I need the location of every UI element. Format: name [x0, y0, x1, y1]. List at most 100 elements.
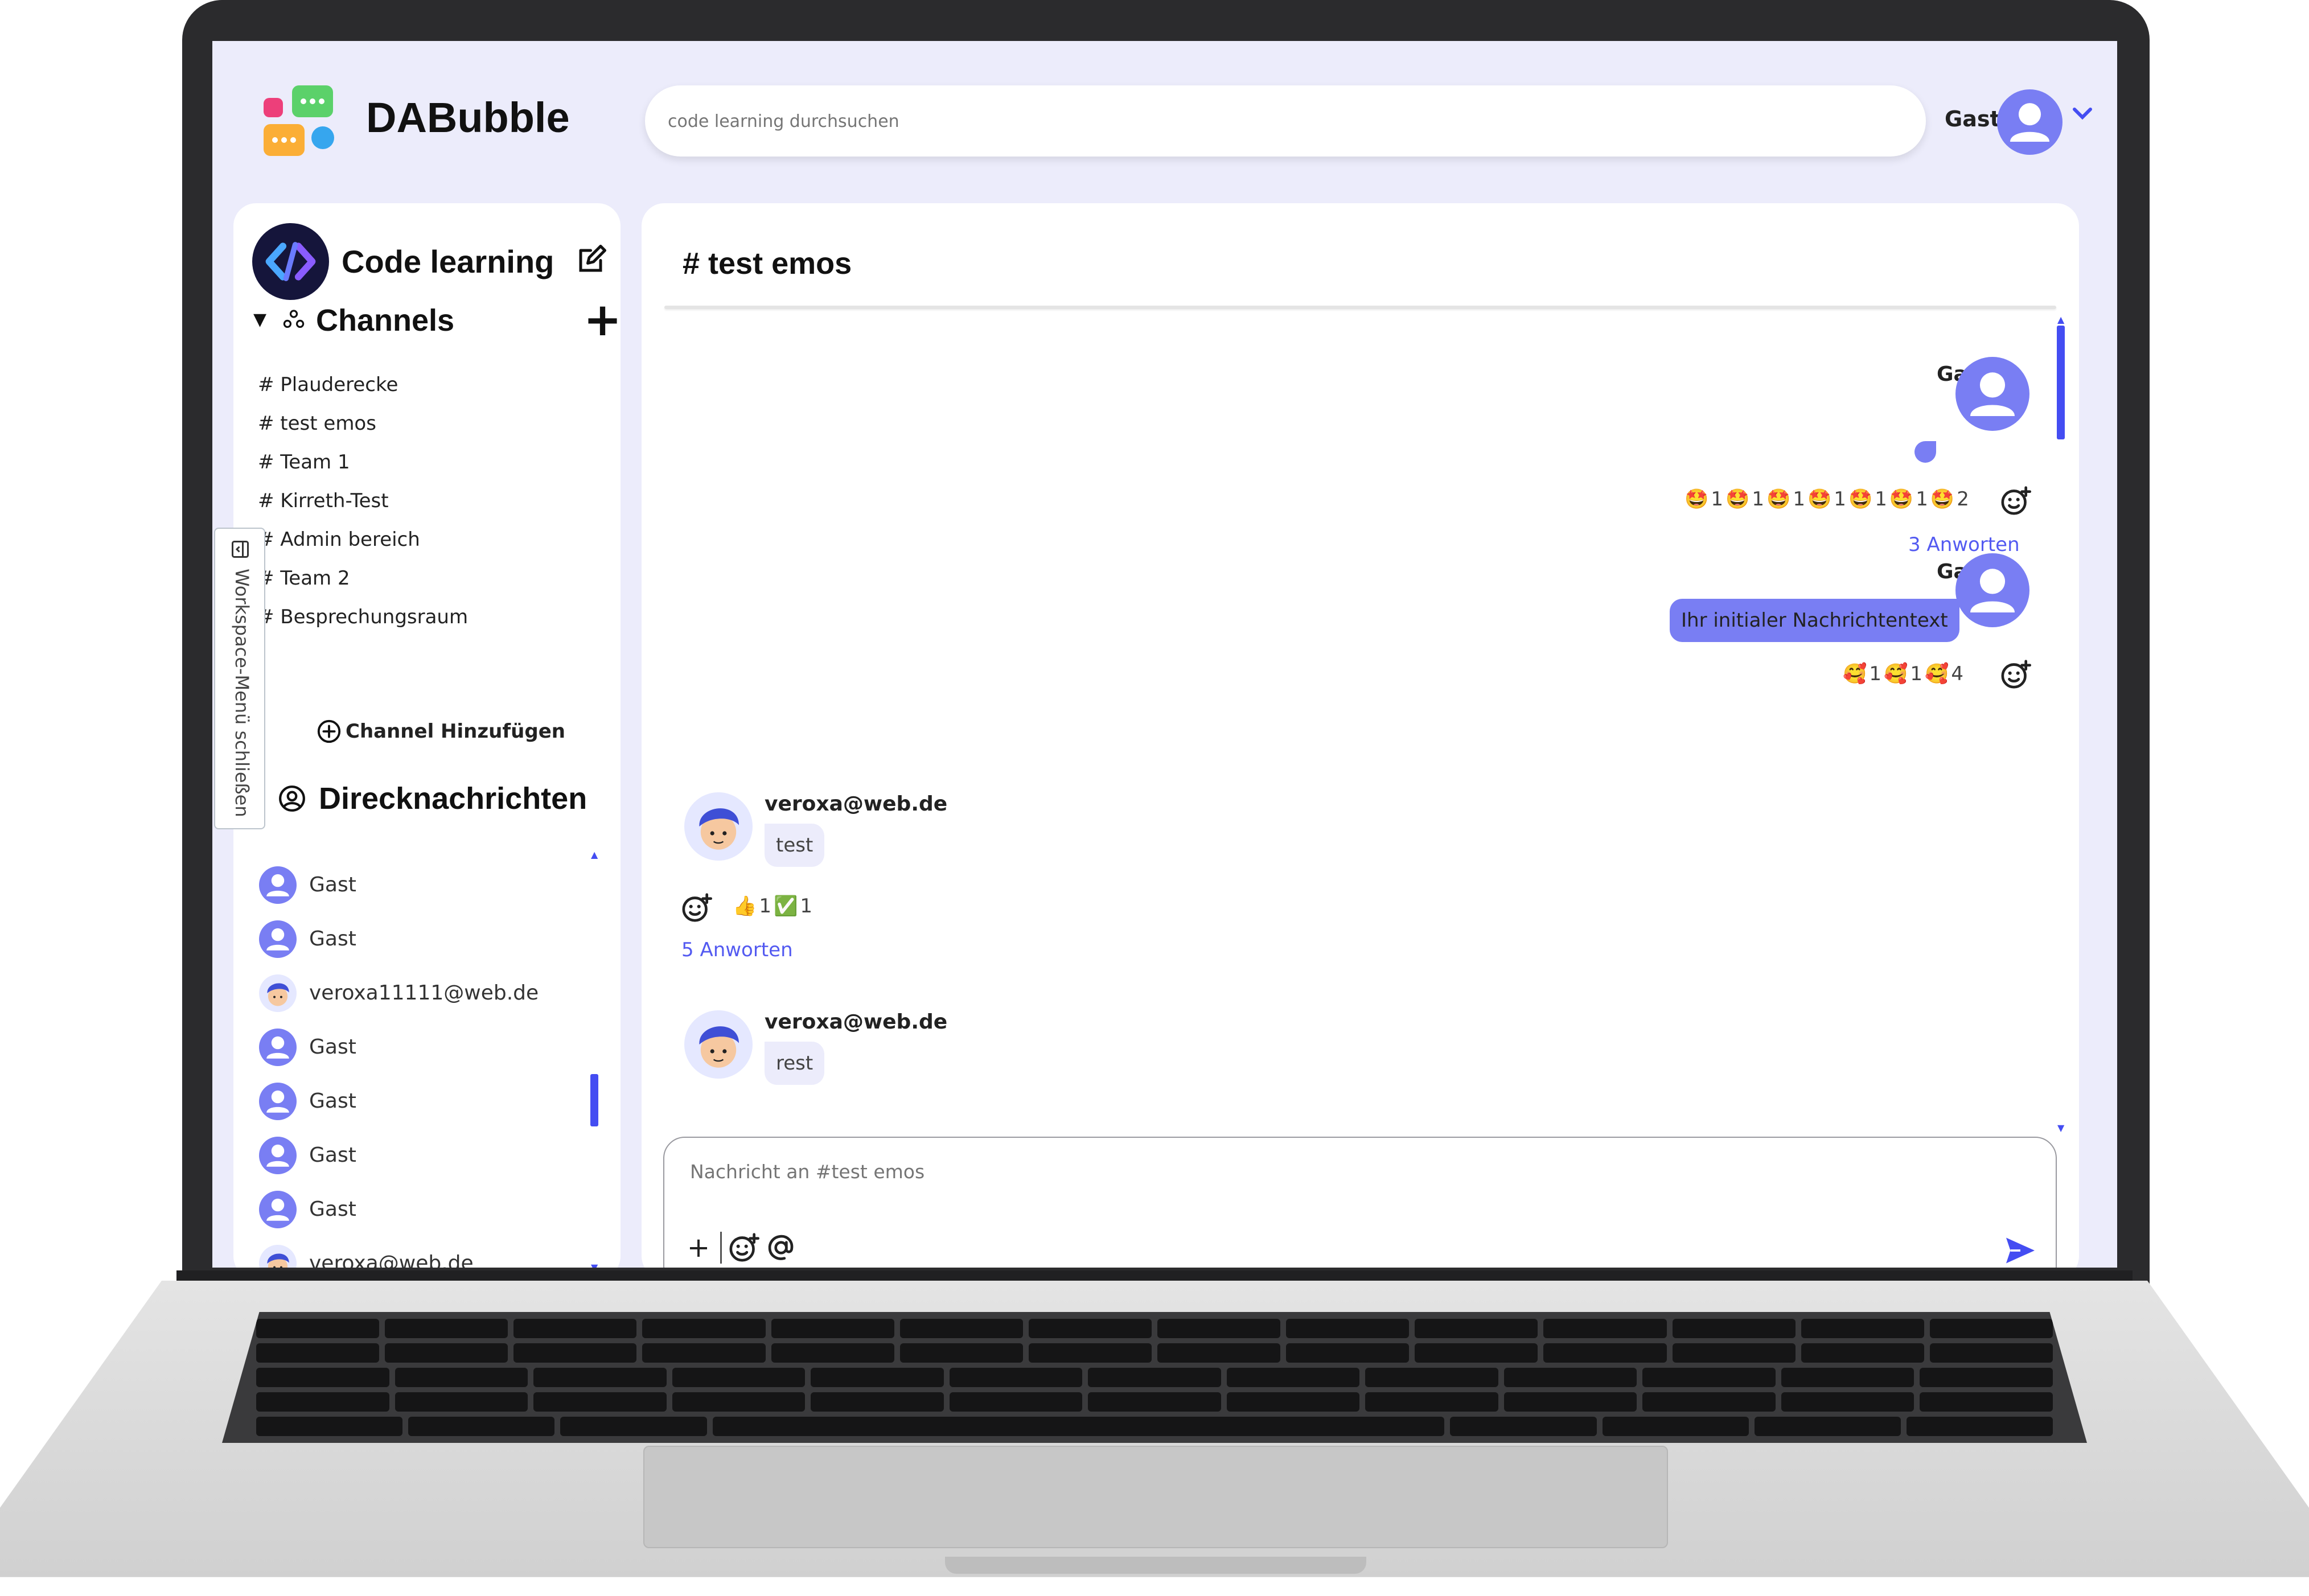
reaction-emoji[interactable]: 🥰 — [1884, 663, 1908, 685]
workspace-menu-toggle[interactable]: Workspace-Menü schließen — [214, 528, 265, 829]
chevron-down-icon[interactable] — [2071, 105, 2094, 122]
photo-avatar-icon — [259, 974, 297, 1012]
photo-avatar-icon — [259, 1244, 297, 1268]
workspace-menu-toggle-label: Workspace-Menü schließen — [231, 569, 253, 817]
reaction-count: 1 — [1869, 663, 1881, 685]
reaction-emoji[interactable]: 🤩 — [1807, 488, 1831, 511]
default-avatar-icon[interactable] — [1955, 553, 2029, 627]
reaction-emoji[interactable]: 👍 — [733, 895, 757, 918]
reaction-emoji[interactable]: 🤩 — [1766, 488, 1790, 511]
reaction-count: 1 — [1793, 488, 1805, 511]
add-channel-button[interactable]: Channel Hinzufügen — [316, 718, 565, 744]
channel-item[interactable]: # Plauderecke — [258, 365, 468, 404]
add-reaction-icon[interactable] — [1999, 659, 2031, 690]
key-row — [222, 1392, 2087, 1412]
channels-icon — [283, 310, 305, 328]
app-screen: DABubble Gast Code learning ▼ — [212, 41, 2117, 1268]
channel-list: # Plauderecke # test emos # Team 1 # Kir… — [258, 365, 468, 636]
message-bubble: test — [765, 824, 825, 867]
add-reaction-icon[interactable] — [1999, 485, 2031, 517]
reaction-emoji[interactable]: 🤩 — [1848, 488, 1872, 511]
reaction-count: 1 — [1910, 663, 1922, 685]
channel-item[interactable]: # Besprechungsraum — [258, 598, 468, 636]
add-reaction-icon[interactable] — [680, 892, 712, 924]
scrollbar-thumb[interactable] — [590, 1074, 598, 1126]
reaction-count: 2 — [1957, 488, 1969, 511]
channel-item[interactable]: # Team 2 — [258, 559, 468, 598]
scroll-down-arrow[interactable]: ▼ — [591, 1262, 598, 1268]
dm-item[interactable]: Gast — [259, 1128, 539, 1182]
dm-item[interactable]: Gast — [259, 1020, 539, 1074]
direct-messages-header[interactable]: Direcknachrichten — [278, 781, 587, 816]
message-composer[interactable]: + — [663, 1137, 2057, 1268]
dm-item[interactable]: Gast — [259, 858, 539, 912]
reaction-emoji[interactable]: ✅ — [774, 895, 798, 918]
scrollbar-thumb[interactable] — [2057, 326, 2065, 439]
user-name[interactable]: Gast — [1945, 106, 2000, 131]
caret-down-icon[interactable]: ▼ — [253, 310, 266, 330]
default-avatar-icon — [259, 1190, 297, 1228]
channel-item[interactable]: # Admin bereich — [258, 520, 468, 559]
direct-message-list: Gast Gast veroxa11111@web.de Gast Gast G… — [259, 858, 539, 1268]
search-input[interactable] — [668, 107, 1863, 135]
default-avatar-icon — [259, 920, 297, 958]
dm-name: veroxa11111@web.de — [309, 981, 539, 1005]
at-icon[interactable] — [765, 1232, 797, 1264]
channels-label: Channels — [316, 303, 455, 338]
dm-item[interactable]: Gast — [259, 1074, 539, 1128]
direct-messages-label: Direcknachrichten — [319, 781, 587, 816]
key-row — [222, 1343, 2087, 1363]
laptop-keyboard — [222, 1312, 2087, 1443]
reaction-count: 1 — [1916, 488, 1928, 511]
replies-link[interactable]: 5 Anworten — [681, 939, 793, 961]
photo-avatar-icon[interactable] — [684, 1010, 753, 1079]
dm-name: Gast — [309, 927, 356, 951]
dm-item[interactable]: Gast — [259, 912, 539, 966]
scroll-up-arrow[interactable]: ▲ — [591, 849, 598, 860]
dm-item[interactable]: Gast — [259, 1182, 539, 1236]
add-channel-label: Channel Hinzufügen — [346, 720, 565, 743]
scroll-up-arrow[interactable]: ▲ — [2057, 314, 2064, 325]
dm-name: Gast — [309, 873, 356, 896]
scroll-down-arrow[interactable]: ▼ — [2057, 1122, 2064, 1133]
search-bar[interactable] — [645, 85, 1926, 157]
reaction-count: 1 — [1875, 488, 1887, 511]
default-avatar-icon[interactable] — [1955, 357, 2029, 431]
reaction-emoji[interactable]: 🥰 — [1925, 663, 1949, 685]
reaction-emoji[interactable]: 🤩 — [1725, 488, 1749, 511]
message-bubble — [1914, 441, 1936, 463]
reaction-emoji[interactable]: 🤩 — [1930, 488, 1954, 511]
channel-item[interactable]: # test emos — [258, 404, 468, 443]
reaction-count: 1 — [800, 895, 812, 918]
dm-name: veroxa@web.de — [309, 1252, 474, 1268]
dm-item[interactable]: veroxa@web.de — [259, 1236, 539, 1268]
channel-title[interactable]: # test emos — [683, 246, 852, 281]
add-attachment-icon[interactable]: + — [683, 1232, 714, 1264]
reaction-emoji[interactable]: 🤩 — [1684, 488, 1708, 511]
reaction-emoji[interactable]: 🥰 — [1843, 663, 1867, 685]
workspace-name: Code learning — [342, 244, 554, 279]
user-avatar[interactable] — [1997, 89, 2063, 155]
message-input[interactable] — [690, 1161, 1999, 1195]
workspace-sidebar: Code learning ▼ Channels + # Plauderecke… — [233, 203, 622, 1268]
message-author: veroxa@web.de — [765, 1010, 948, 1034]
channel-item[interactable]: # Kirreth-Test — [258, 482, 468, 520]
add-circle-icon — [317, 719, 341, 743]
replies-link[interactable]: 3 Anworten — [1908, 533, 2020, 556]
channels-header[interactable]: ▼ Channels + — [253, 297, 622, 343]
reaction-count: 1 — [1711, 488, 1723, 511]
reaction-count: 1 — [759, 895, 771, 918]
dm-name: Gast — [309, 1198, 356, 1221]
photo-avatar-icon[interactable] — [684, 792, 753, 861]
channel-item[interactable]: # Team 1 — [258, 443, 468, 482]
reaction-bar: 🤩 1 🤩 1 🤩 1 🤩 1 🤩 1 🤩 1 🤩 2 — [1684, 488, 1971, 511]
message-bubble: Ihr initialer Nachrichtentext — [1670, 599, 1959, 642]
edit-icon[interactable] — [575, 242, 609, 276]
send-icon[interactable] — [2002, 1233, 2039, 1268]
add-emoji-icon[interactable] — [728, 1232, 759, 1264]
reaction-emoji[interactable]: 🤩 — [1889, 488, 1913, 511]
plus-icon[interactable]: + — [584, 297, 622, 343]
dm-item[interactable]: veroxa11111@web.de — [259, 966, 539, 1020]
default-avatar-icon — [259, 866, 297, 904]
dm-name: Gast — [309, 1089, 356, 1113]
